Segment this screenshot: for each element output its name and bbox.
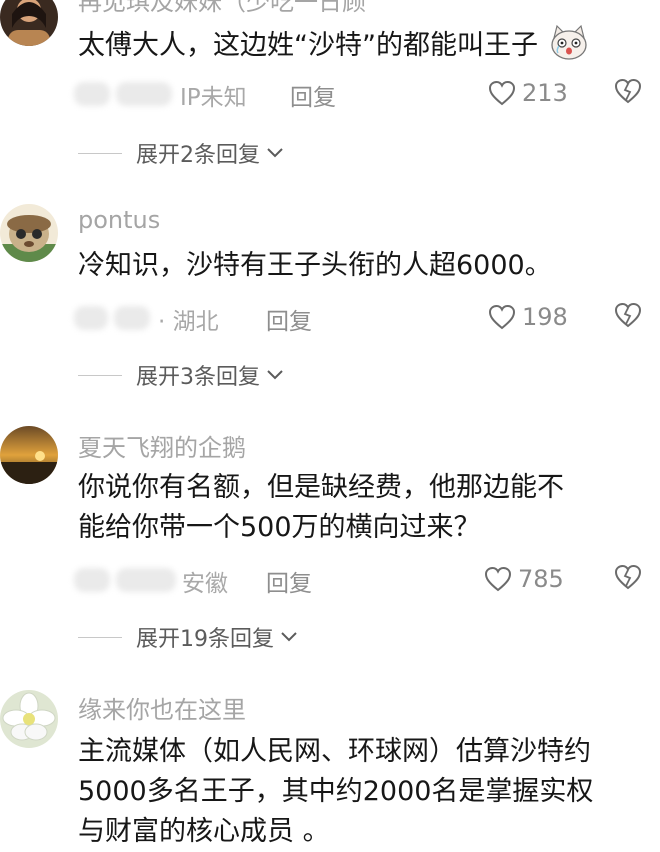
divider <box>78 374 122 376</box>
comment-meta: · 湖北 回复 198 <box>70 300 660 336</box>
avatar[interactable] <box>0 690 58 748</box>
broken-heart-icon <box>614 78 642 104</box>
ip-location: · 湖北 <box>158 309 219 335</box>
comment-text-line: 能给你带一个500万的横向过来？ <box>78 512 481 543</box>
reply-button[interactable]: 回复 <box>266 302 312 336</box>
comment-text-line: 与财富的核心成员 。 <box>78 816 330 847</box>
blurred-timestamp <box>74 306 108 330</box>
expand-replies-button[interactable]: 展开19条回复 <box>78 620 298 654</box>
blurred-timestamp <box>74 568 110 592</box>
blurred-timestamp <box>74 82 110 106</box>
comment-username[interactable]: pontus <box>78 206 160 234</box>
comment-text: 冷知识，沙特有王子头衔的人超6000。 <box>78 246 638 286</box>
heart-icon <box>488 304 516 330</box>
expand-replies-button[interactable]: 展开2条回复 <box>78 136 284 170</box>
expand-replies-label: 展开3条回复 <box>136 365 260 390</box>
ip-location: 安徽 <box>182 571 228 597</box>
comment-username[interactable]: 夏天飞翔的企鹅 <box>78 428 246 463</box>
chevron-down-icon <box>267 370 283 380</box>
like-count: 785 <box>518 565 564 593</box>
avatar[interactable] <box>0 0 58 46</box>
like-count: 213 <box>522 79 568 107</box>
like-button[interactable]: 785 <box>484 562 564 596</box>
expand-replies-label: 展开2条回复 <box>136 143 260 168</box>
comment-username[interactable]: 缘来你也在这里 <box>78 690 246 725</box>
comment-text: 太傅大人，这边姓“沙特”的都能叫王子 <box>78 24 638 66</box>
blurred-timestamp <box>116 568 176 592</box>
heart-icon <box>488 80 516 106</box>
comment-text-line: 冷知识，沙特有王子头衔的人超6000。 <box>78 250 552 281</box>
comment-username[interactable]: 再见琪及妹妹（少吃一日顾 <box>78 0 366 17</box>
like-count: 198 <box>522 303 568 331</box>
blurred-timestamp <box>116 82 172 106</box>
comment-text-line: 5000多名王子，其中约2000名是掌握实权 <box>78 776 594 807</box>
comment-text-line: 你说你有名额，但是缺经费，他那边能不 <box>78 472 564 503</box>
divider <box>78 636 122 638</box>
comment-text-line: 主流媒体（如人民网、环球网）估算沙特约 <box>78 736 591 767</box>
like-button[interactable]: 213 <box>488 76 568 110</box>
like-button[interactable]: 198 <box>488 300 568 334</box>
comment-text-line: 太傅大人，这边姓“沙特”的都能叫王子 <box>78 30 538 61</box>
avatar[interactable] <box>0 204 58 262</box>
broken-heart-icon <box>614 564 642 590</box>
dislike-button[interactable] <box>614 78 642 108</box>
expand-replies-label: 展开19条回复 <box>136 627 274 652</box>
comment-text: 你说你有名额，但是缺经费，他那边能不 能给你带一个500万的横向过来？ <box>78 468 638 548</box>
blurred-timestamp <box>114 306 150 330</box>
comment-meta: IP未知 回复 213 <box>70 76 660 112</box>
expand-replies-button[interactable]: 展开3条回复 <box>78 358 284 392</box>
chevron-down-icon <box>267 148 283 158</box>
comment-text: 主流媒体（如人民网、环球网）估算沙特约 5000多名王子，其中约2000名是掌握… <box>78 732 638 852</box>
reply-button[interactable]: 回复 <box>266 564 312 598</box>
divider <box>78 152 122 154</box>
avatar[interactable] <box>0 426 58 484</box>
chevron-down-icon <box>281 632 297 642</box>
comment-meta: 安徽 回复 785 <box>70 562 660 598</box>
reply-button[interactable]: 回复 <box>290 78 336 112</box>
ip-location: IP未知 <box>180 85 247 111</box>
dislike-button[interactable] <box>614 564 642 594</box>
heart-icon <box>484 566 512 592</box>
cat-emoji-icon <box>550 24 587 60</box>
broken-heart-icon <box>614 302 642 328</box>
dislike-button[interactable] <box>614 302 642 332</box>
